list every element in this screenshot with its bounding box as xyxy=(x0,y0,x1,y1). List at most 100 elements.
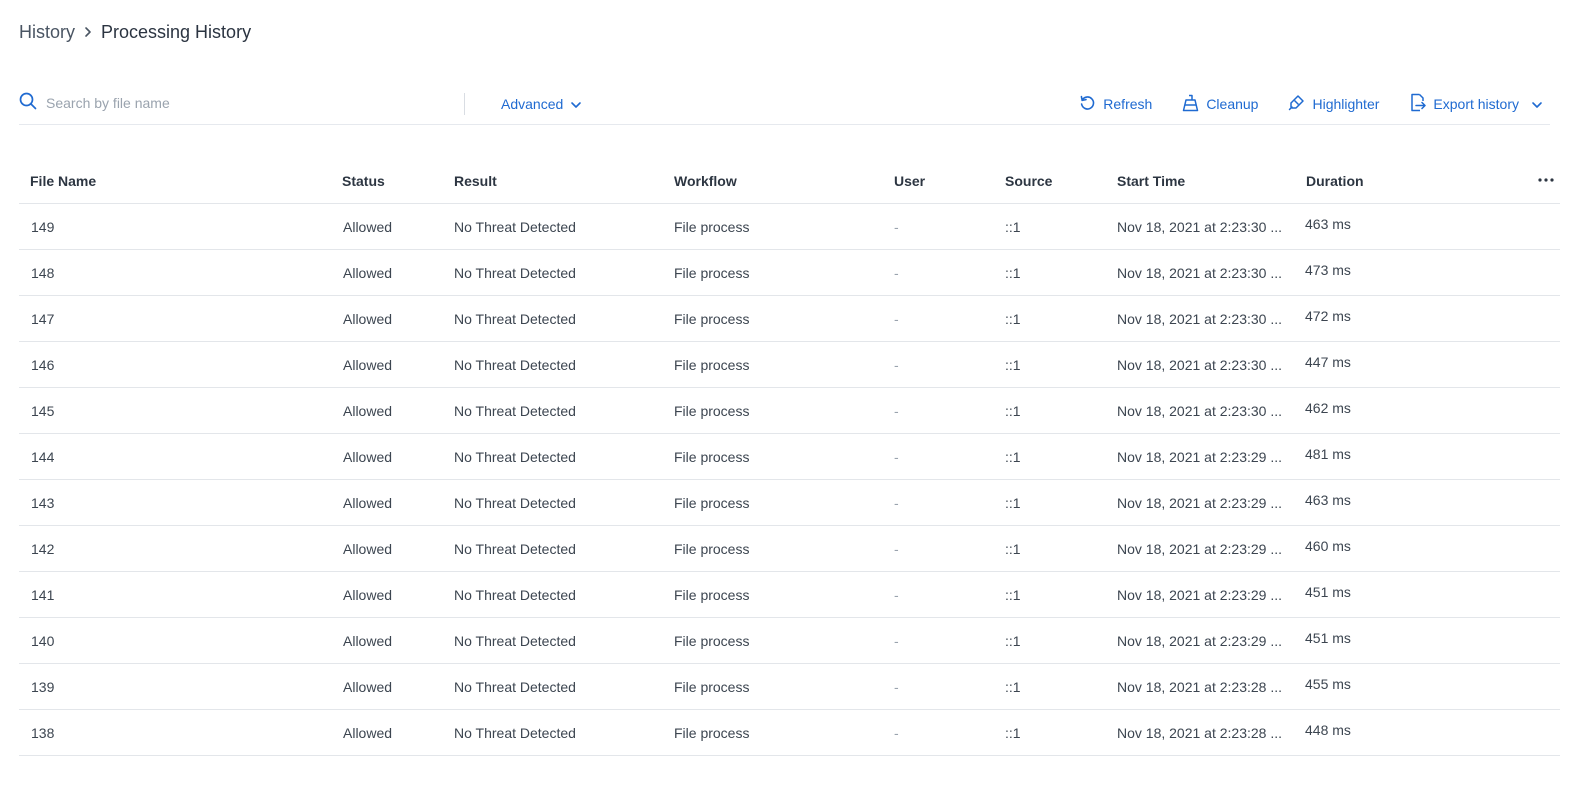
table-row[interactable]: 149 Allowed No Threat Detected File proc… xyxy=(19,204,1560,250)
advanced-label: Advanced xyxy=(501,96,564,112)
cell-result: No Threat Detected xyxy=(454,725,576,741)
cell-user: - xyxy=(894,311,899,327)
column-header-result[interactable]: Result xyxy=(454,173,497,189)
table-row[interactable]: 145 Allowed No Threat Detected File proc… xyxy=(19,388,1560,434)
history-table: File Name Status Result Workflow User So… xyxy=(19,158,1560,756)
export-history-button[interactable]: Export history xyxy=(1409,93,1550,115)
cell-user: - xyxy=(894,587,899,603)
table-row[interactable]: 139 Allowed No Threat Detected File proc… xyxy=(19,664,1560,710)
cell-file-name: 147 xyxy=(31,311,55,327)
highlighter-label: Highlighter xyxy=(1312,96,1380,112)
cell-start-time: Nov 18, 2021 at 2:23:30 ... xyxy=(1117,265,1283,281)
chevron-right-icon xyxy=(83,26,93,38)
cell-file-name: 145 xyxy=(31,403,55,419)
search-box xyxy=(19,91,459,115)
cleanup-button[interactable]: Cleanup xyxy=(1182,94,1258,115)
cell-status: Allowed xyxy=(343,357,393,373)
cell-workflow: File process xyxy=(674,495,750,511)
cell-start-time: Nov 18, 2021 at 2:23:28 ... xyxy=(1117,679,1283,695)
cell-source: ::1 xyxy=(1005,541,1021,557)
cell-user: - xyxy=(894,449,899,465)
column-header-source[interactable]: Source xyxy=(1005,173,1052,189)
cell-user: - xyxy=(894,265,899,281)
column-header-start-time[interactable]: Start Time xyxy=(1117,173,1185,189)
chevron-down-icon[interactable] xyxy=(1531,96,1550,112)
column-header-workflow[interactable]: Workflow xyxy=(674,173,737,189)
toolbar: Advanced Refresh Cleanup Highlighter xyxy=(19,83,1550,125)
cell-start-time: Nov 18, 2021 at 2:23:29 ... xyxy=(1117,541,1283,557)
cell-workflow: File process xyxy=(674,403,750,419)
cell-file-name: 138 xyxy=(31,725,55,741)
cell-workflow: File process xyxy=(674,679,750,695)
cell-workflow: File process xyxy=(674,265,750,281)
column-header-duration[interactable]: Duration xyxy=(1306,173,1364,189)
toolbar-divider xyxy=(464,93,465,115)
search-input[interactable] xyxy=(46,95,426,111)
column-header-user[interactable]: User xyxy=(894,173,925,189)
column-header-file-name[interactable]: File Name xyxy=(30,173,96,189)
breadcrumb-history-link[interactable]: History xyxy=(19,22,75,43)
cell-result: No Threat Detected xyxy=(454,219,576,235)
cell-file-name: 149 xyxy=(31,219,55,235)
advanced-dropdown[interactable]: Advanced xyxy=(501,93,582,115)
table-row[interactable]: 140 Allowed No Threat Detected File proc… xyxy=(19,618,1560,664)
cell-source: ::1 xyxy=(1005,725,1021,741)
cell-user: - xyxy=(894,357,899,373)
cell-result: No Threat Detected xyxy=(454,495,576,511)
cell-result: No Threat Detected xyxy=(454,357,576,373)
highlighter-icon xyxy=(1288,94,1312,114)
cell-status: Allowed xyxy=(343,311,393,327)
column-header-status[interactable]: Status xyxy=(342,173,385,189)
highlighter-button[interactable]: Highlighter xyxy=(1288,94,1379,114)
cell-workflow: File process xyxy=(674,633,750,649)
cell-source: ::1 xyxy=(1005,311,1021,327)
cell-user: - xyxy=(894,725,899,741)
table-row[interactable]: 147 Allowed No Threat Detected File proc… xyxy=(19,296,1560,342)
cell-status: Allowed xyxy=(343,449,393,465)
cell-start-time: Nov 18, 2021 at 2:23:29 ... xyxy=(1117,587,1283,603)
cell-source: ::1 xyxy=(1005,679,1021,695)
cell-duration: 447 ms xyxy=(1305,354,1351,370)
cell-start-time: Nov 18, 2021 at 2:23:30 ... xyxy=(1117,219,1283,235)
cell-source: ::1 xyxy=(1005,403,1021,419)
cell-workflow: File process xyxy=(674,541,750,557)
table-row[interactable]: 143 Allowed No Threat Detected File proc… xyxy=(19,480,1560,526)
cell-source: ::1 xyxy=(1005,495,1021,511)
cell-duration: 451 ms xyxy=(1305,584,1351,600)
cell-start-time: Nov 18, 2021 at 2:23:29 ... xyxy=(1117,495,1283,511)
table-row[interactable]: 138 Allowed No Threat Detected File proc… xyxy=(19,710,1560,756)
cell-result: No Threat Detected xyxy=(454,265,576,281)
refresh-button[interactable]: Refresh xyxy=(1079,94,1152,114)
cell-start-time: Nov 18, 2021 at 2:23:29 ... xyxy=(1117,633,1283,649)
cell-source: ::1 xyxy=(1005,219,1021,235)
cleanup-icon xyxy=(1182,94,1206,115)
search-icon xyxy=(19,92,37,115)
cell-status: Allowed xyxy=(343,541,393,557)
cell-result: No Threat Detected xyxy=(454,311,576,327)
table-row[interactable]: 141 Allowed No Threat Detected File proc… xyxy=(19,572,1560,618)
cell-source: ::1 xyxy=(1005,449,1021,465)
cell-result: No Threat Detected xyxy=(454,449,576,465)
cell-duration: 460 ms xyxy=(1305,538,1351,554)
cell-user: - xyxy=(894,679,899,695)
cell-file-name: 142 xyxy=(31,541,55,557)
cell-start-time: Nov 18, 2021 at 2:23:30 ... xyxy=(1117,357,1283,373)
cell-workflow: File process xyxy=(674,357,750,373)
cell-duration: 455 ms xyxy=(1305,676,1351,692)
cell-status: Allowed xyxy=(343,265,393,281)
cell-workflow: File process xyxy=(674,725,750,741)
cleanup-label: Cleanup xyxy=(1206,96,1259,112)
table-row[interactable]: 148 Allowed No Threat Detected File proc… xyxy=(19,250,1560,296)
cell-status: Allowed xyxy=(343,495,393,511)
breadcrumb: History Processing History xyxy=(19,20,251,44)
table-row[interactable]: 146 Allowed No Threat Detected File proc… xyxy=(19,342,1560,388)
cell-status: Allowed xyxy=(343,679,393,695)
cell-status: Allowed xyxy=(343,725,393,741)
table-row[interactable]: 144 Allowed No Threat Detected File proc… xyxy=(19,434,1560,480)
cell-workflow: File process xyxy=(674,587,750,603)
more-icon[interactable] xyxy=(1538,172,1554,188)
export-icon xyxy=(1409,93,1433,115)
page-title: Processing History xyxy=(101,21,252,42)
table-row[interactable]: 142 Allowed No Threat Detected File proc… xyxy=(19,526,1560,572)
cell-duration: 462 ms xyxy=(1305,400,1351,416)
